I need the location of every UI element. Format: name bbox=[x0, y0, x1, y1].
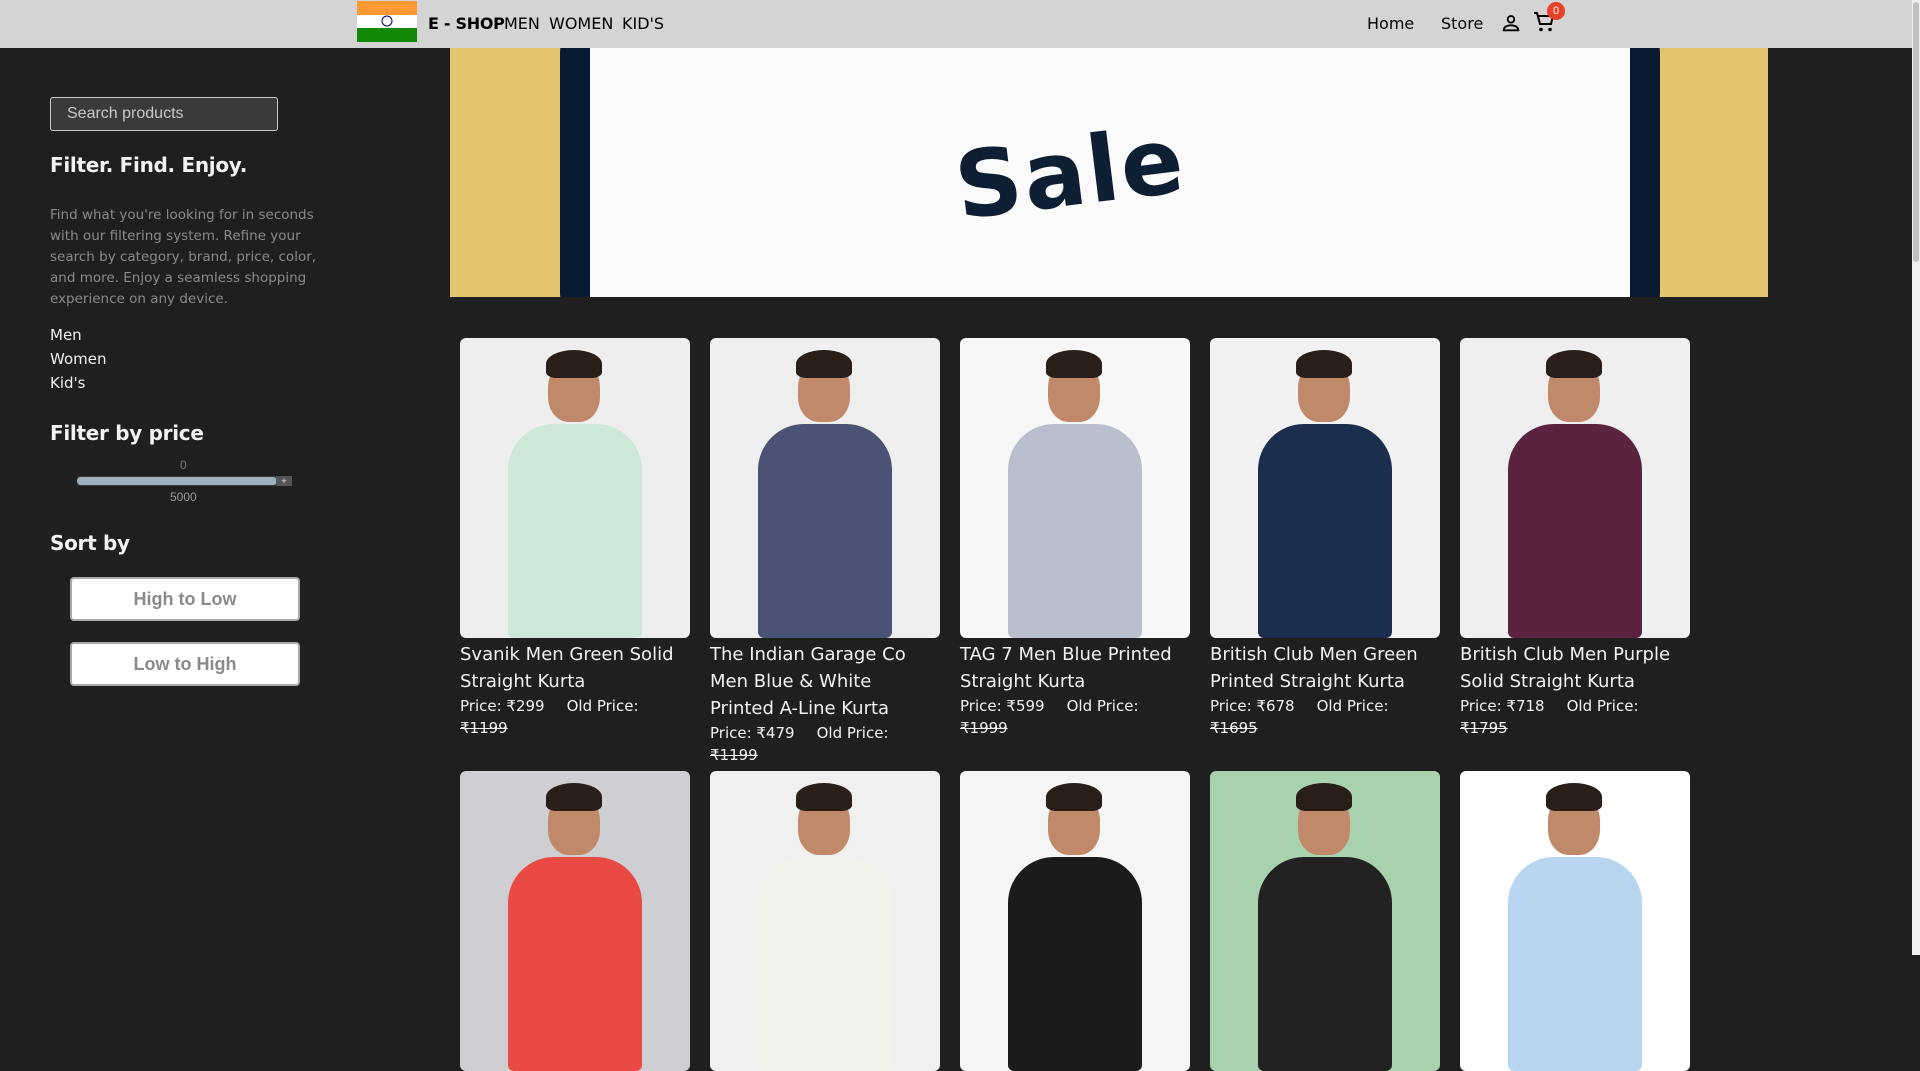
product-image[interactable] bbox=[960, 771, 1190, 1071]
old-price-label: Old Price: bbox=[566, 697, 639, 715]
product-image[interactable] bbox=[1460, 771, 1690, 1071]
product-title[interactable]: British Club Men Purple Solid Straight K… bbox=[1460, 641, 1690, 695]
filter-title: Filter. Find. Enjoy. bbox=[50, 153, 247, 177]
product-image[interactable] bbox=[960, 338, 1190, 638]
india-flag-logo[interactable] bbox=[357, 1, 417, 42]
price-min-label: 0 bbox=[180, 458, 187, 472]
product-card[interactable]: Svanik Men Green Solid Straight Kurta Pr… bbox=[460, 338, 690, 739]
old-price-label: Old Price: bbox=[1316, 697, 1389, 715]
chakra-icon bbox=[381, 15, 393, 27]
category-link-kids[interactable]: Kid's bbox=[50, 374, 85, 392]
scrollbar-thumb[interactable] bbox=[1913, 2, 1919, 262]
product-card[interactable] bbox=[1210, 771, 1440, 1071]
product-card[interactable]: British Club Men Purple Solid Straight K… bbox=[1460, 338, 1690, 739]
product-image[interactable] bbox=[710, 338, 940, 638]
product-price-line: Price: ₹479 Old Price: ₹1199 bbox=[710, 722, 940, 766]
product-image[interactable] bbox=[1210, 338, 1440, 638]
product-price: Price: ₹678 bbox=[1210, 697, 1295, 715]
price-range-fill bbox=[77, 477, 277, 485]
top-navbar: E - SHOP MEN WOMEN KID'S Home Store 0 bbox=[0, 0, 1920, 48]
product-price-line: Price: ₹718 Old Price: ₹1795 bbox=[1460, 695, 1690, 739]
sort-high-to-low-button[interactable]: High to Low bbox=[70, 577, 300, 621]
product-image[interactable] bbox=[460, 338, 690, 638]
price-range-handle[interactable]: + bbox=[276, 476, 292, 486]
old-price-label: Old Price: bbox=[1066, 697, 1139, 715]
cart-count-badge: 0 bbox=[1547, 2, 1565, 20]
brand-name[interactable]: E - SHOP bbox=[428, 14, 505, 33]
sort-low-to-high-button[interactable]: Low to High bbox=[70, 642, 300, 686]
old-price-label: Old Price: bbox=[1566, 697, 1639, 715]
user-icon[interactable] bbox=[1500, 12, 1522, 34]
product-price: Price: ₹479 bbox=[710, 724, 795, 742]
product-price-line: Price: ₹678 Old Price: ₹1695 bbox=[1210, 695, 1440, 739]
nav-link-home[interactable]: Home bbox=[1367, 14, 1414, 33]
old-price: ₹1695 bbox=[1210, 719, 1258, 737]
nav-link-store[interactable]: Store bbox=[1441, 14, 1483, 33]
sort-title: Sort by bbox=[50, 531, 130, 555]
product-card[interactable] bbox=[960, 771, 1190, 1071]
product-price-line: Price: ₹299 Old Price: ₹1199 bbox=[460, 695, 690, 739]
product-price: Price: ₹599 bbox=[960, 697, 1045, 715]
product-image[interactable] bbox=[460, 771, 690, 1071]
product-card[interactable] bbox=[460, 771, 690, 1071]
sale-banner[interactable]: Sale bbox=[450, 48, 1768, 297]
filter-description: Find what you're looking for in seconds … bbox=[50, 207, 317, 307]
nav-link-men[interactable]: MEN bbox=[504, 14, 540, 33]
price-range-slider[interactable]: + bbox=[77, 476, 292, 486]
product-image[interactable] bbox=[1460, 338, 1690, 638]
product-card[interactable] bbox=[1460, 771, 1690, 1071]
product-card[interactable]: British Club Men Green Printed Straight … bbox=[1210, 338, 1440, 739]
old-price: ₹1199 bbox=[710, 746, 758, 764]
product-price: Price: ₹299 bbox=[460, 697, 545, 715]
price-max-label: 5000 bbox=[170, 490, 197, 504]
product-image[interactable] bbox=[1210, 771, 1440, 1071]
product-card[interactable]: TAG 7 Men Blue Printed Straight Kurta Pr… bbox=[960, 338, 1190, 739]
old-price-label: Old Price: bbox=[816, 724, 889, 742]
old-price: ₹1999 bbox=[960, 719, 1008, 737]
old-price: ₹1199 bbox=[460, 719, 508, 737]
category-link-men[interactable]: Men bbox=[50, 326, 82, 344]
nav-link-kids[interactable]: KID'S bbox=[622, 14, 664, 33]
product-card[interactable]: The Indian Garage Co Men Blue & White Pr… bbox=[710, 338, 940, 766]
product-price: Price: ₹718 bbox=[1460, 697, 1545, 715]
product-image[interactable] bbox=[710, 771, 940, 1071]
product-title[interactable]: TAG 7 Men Blue Printed Straight Kurta bbox=[960, 641, 1190, 695]
filter-sidebar: Filter. Find. Enjoy. Find what you're lo… bbox=[0, 48, 340, 955]
product-title[interactable]: Svanik Men Green Solid Straight Kurta bbox=[460, 641, 690, 695]
nav-link-women[interactable]: WOMEN bbox=[549, 14, 613, 33]
price-filter-title: Filter by price bbox=[50, 421, 204, 445]
product-title[interactable]: British Club Men Green Printed Straight … bbox=[1210, 641, 1440, 695]
product-price-line: Price: ₹599 Old Price: ₹1999 bbox=[960, 695, 1190, 739]
product-card[interactable] bbox=[710, 771, 940, 1071]
old-price: ₹1795 bbox=[1460, 719, 1508, 737]
product-title[interactable]: The Indian Garage Co Men Blue & White Pr… bbox=[710, 641, 940, 722]
search-input[interactable] bbox=[50, 97, 278, 131]
page-scrollbar[interactable] bbox=[1912, 0, 1920, 955]
category-link-women[interactable]: Women bbox=[50, 350, 106, 368]
